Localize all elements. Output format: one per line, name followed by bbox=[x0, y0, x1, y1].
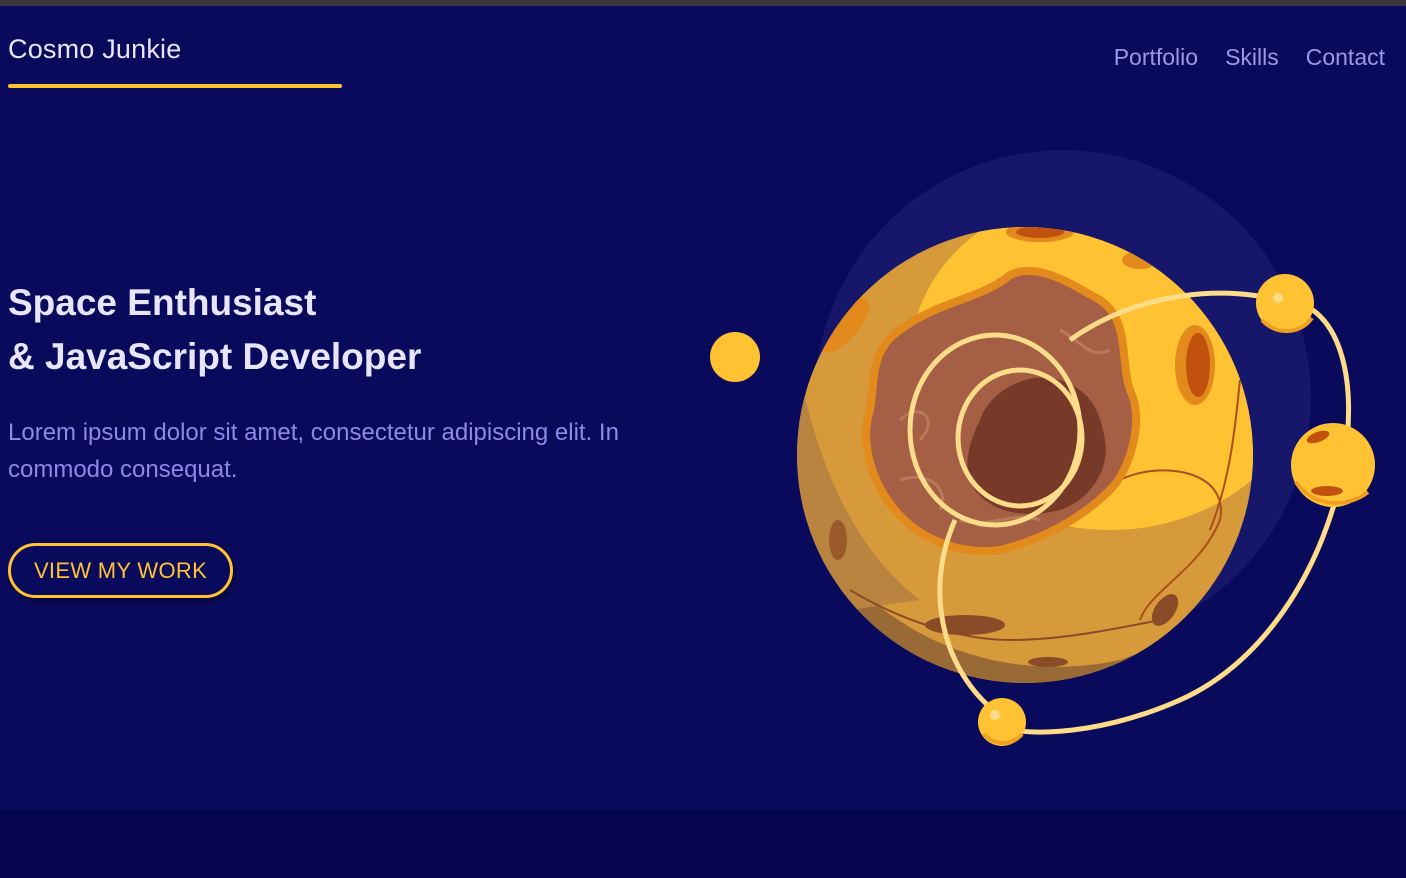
planet-illustration-icon bbox=[700, 140, 1406, 760]
brand-logo[interactable]: Cosmo Junkie bbox=[8, 34, 181, 65]
site-header: Cosmo Junkie Portfolio Skills Contact bbox=[0, 6, 1406, 96]
nav-link-portfolio[interactable]: Portfolio bbox=[1114, 44, 1198, 71]
next-section-band bbox=[0, 810, 1406, 878]
floating-moon-icon bbox=[710, 332, 760, 382]
view-my-work-button[interactable]: VIEW MY WORK bbox=[8, 543, 233, 598]
main-nav: Portfolio Skills Contact bbox=[1114, 44, 1385, 71]
hero-description: Lorem ipsum dolor sit amet, consectetur … bbox=[8, 419, 619, 483]
hero-title-line-1: Space Enthusiast bbox=[8, 282, 317, 323]
nav-link-skills[interactable]: Skills bbox=[1225, 44, 1279, 71]
hero-title: Space Enthusiast & JavaScript Developer bbox=[8, 276, 421, 384]
hero-title-line-2: & JavaScript Developer bbox=[8, 336, 422, 377]
brand-underline bbox=[8, 84, 342, 88]
nav-link-contact[interactable]: Contact bbox=[1306, 44, 1385, 71]
